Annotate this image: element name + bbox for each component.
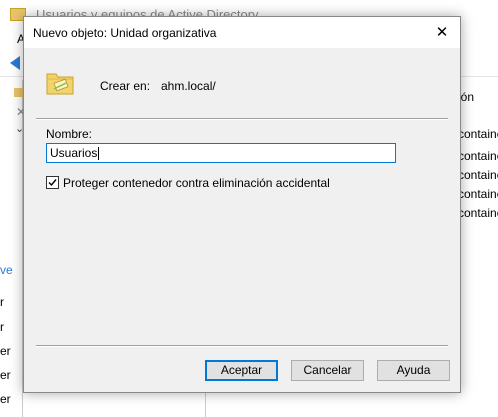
tree-text-fragment[interactable]: er <box>0 368 11 382</box>
tree-text-fragment[interactable]: er <box>0 344 11 358</box>
back-arrow-icon[interactable] <box>10 56 20 70</box>
list-item[interactable]: containe <box>458 127 498 141</box>
list-item[interactable]: containe <box>458 168 498 182</box>
dialog-title: Nuevo objeto: Unidad organizativa <box>33 26 217 40</box>
list-item[interactable]: containe <box>458 206 498 220</box>
divider <box>36 118 448 120</box>
create-in-label: Crear en: <box>100 79 151 93</box>
dialog-titlebar[interactable]: Nuevo objeto: Unidad organizativa ✕ <box>24 17 460 48</box>
organizational-unit-icon <box>46 73 74 95</box>
tree-text-fragment[interactable]: r <box>0 295 4 309</box>
list-item[interactable]: containe <box>458 187 498 201</box>
name-input[interactable]: Usuarios <box>46 143 396 163</box>
name-input-value: Usuarios <box>50 146 98 160</box>
create-in-value: ahm.local/ <box>161 79 216 93</box>
background-tree-pane: ✕ ⌄ <box>0 80 26 417</box>
list-item[interactable]: containe <box>458 149 498 163</box>
cancel-button[interactable]: Cancelar <box>291 360 364 381</box>
text-caret <box>98 147 100 161</box>
tree-text-fragment[interactable]: er <box>0 392 11 406</box>
help-button[interactable]: Ayuda <box>377 360 450 381</box>
divider <box>36 345 448 347</box>
checkmark-icon <box>48 179 57 187</box>
tree-text-fragment[interactable]: r <box>0 320 4 334</box>
tree-text-fragment[interactable]: ve <box>0 263 13 277</box>
name-label: Nombre: <box>46 127 93 141</box>
close-icon[interactable]: ✕ <box>424 17 460 48</box>
new-ou-dialog: Nuevo objeto: Unidad organizativa ✕ Crea… <box>23 16 461 393</box>
protect-checkbox[interactable] <box>46 176 59 189</box>
ok-button[interactable]: Aceptar <box>205 360 278 381</box>
protect-checkbox-label[interactable]: Proteger contenedor contra eliminación a… <box>63 176 330 190</box>
